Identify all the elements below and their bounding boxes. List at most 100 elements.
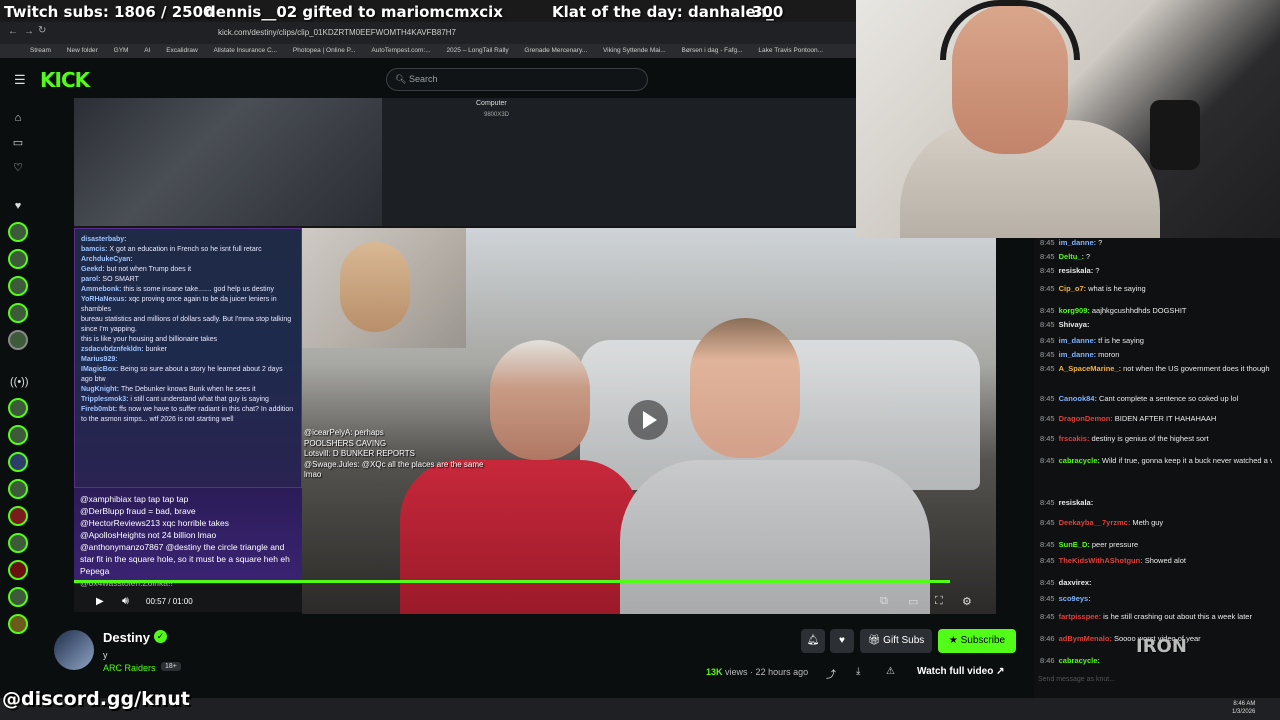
chat-username[interactable]: sco9eys:	[1059, 594, 1091, 603]
live-icon[interactable]: ((•))	[10, 374, 29, 390]
chat-username[interactable]: frscakis:	[1059, 434, 1090, 443]
back-icon[interactable]: ←	[8, 26, 18, 37]
share-icon[interactable]: ⤴	[826, 666, 836, 681]
chat-username[interactable]: Shivaya:	[1059, 320, 1090, 329]
bookmark-item[interactable]: Lake Travis Pontoon...	[758, 44, 823, 58]
channel-avatar[interactable]	[8, 587, 28, 607]
reload-icon[interactable]: ↻	[38, 25, 46, 36]
chat-username[interactable]: Deekayba__7yrzmc:	[1059, 518, 1131, 527]
notification-bell-button[interactable]: 🔔︎	[801, 629, 825, 653]
channel-avatar[interactable]	[8, 479, 28, 499]
home-icon[interactable]: ⌂	[10, 110, 26, 126]
chat-username[interactable]: A_SpaceMarine_:	[1059, 364, 1122, 373]
download-icon[interactable]: ⤓	[856, 666, 860, 677]
bookmark-item[interactable]: Excalidraw	[166, 44, 197, 58]
channel-avatar[interactable]	[8, 533, 28, 553]
chat-username[interactable]: korg909:	[1059, 306, 1090, 315]
channel-name[interactable]: Destiny	[103, 630, 150, 645]
chat-message: 8:45 DragonDemon: BIDEN AFTER IT HAHAHAAH	[1040, 414, 1272, 424]
channel-avatar[interactable]	[8, 560, 28, 580]
chat-username[interactable]: SunE_D:	[1059, 540, 1090, 549]
chat-timestamp: 8:45	[1040, 434, 1055, 443]
channel-avatar[interactable]	[8, 614, 28, 634]
chat-username[interactable]: im_danne:	[1059, 238, 1097, 247]
channel-avatar[interactable]	[8, 330, 28, 350]
bookmark-item[interactable]: Viking Syttende Mai...	[603, 44, 666, 58]
bookmark-item[interactable]: New folder	[67, 44, 98, 58]
fullscreen-icon[interactable]: ⛶	[935, 595, 943, 608]
subscribe-button[interactable]: ★ Subscribe	[938, 629, 1016, 653]
channel-avatar[interactable]	[8, 452, 28, 472]
chat-username[interactable]: TheKidsWithAShotgun:	[1059, 556, 1143, 565]
chat-username[interactable]: resiskala:	[1059, 498, 1094, 507]
bookmarks-bar: Stream New folder GYM AI Excalidraw Alls…	[0, 44, 856, 58]
channel-avatar[interactable]	[8, 276, 28, 296]
os-taskbar	[0, 698, 1280, 720]
channel-avatar[interactable]	[8, 398, 28, 418]
chat-text: destiny is genius of the highest sort	[1091, 434, 1209, 443]
chat-username[interactable]: Canook84:	[1059, 394, 1097, 403]
chat-timestamp: 8:45	[1040, 320, 1055, 329]
chat-username[interactable]: im_danne:	[1059, 350, 1097, 359]
chat-message: 8:45 Deltu_:?	[1040, 252, 1272, 262]
chat-username[interactable]: cabracycle:	[1059, 656, 1100, 665]
chat-timestamp: 8:45	[1040, 394, 1055, 403]
bookmark-item[interactable]: Grenade Mercenary...	[524, 44, 587, 58]
channel-avatar[interactable]	[8, 303, 28, 323]
follow-button[interactable]: ♥	[830, 629, 854, 653]
bookmark-item[interactable]: GYM	[114, 44, 129, 58]
chat-message: 8:45 fartpisspee: is he still crashing out…	[1040, 612, 1272, 622]
bookmark-item[interactable]: AutoTempest.com:...	[371, 44, 430, 58]
bookmark-item[interactable]: 2025 – LongTail Rally	[446, 44, 508, 58]
settings-icon[interactable]: ⚙	[962, 595, 972, 608]
gift-subs-button[interactable]: 🎁︎ Gift Subs	[860, 629, 932, 653]
watch-full-video-link[interactable]: Watch full video ↗	[917, 666, 1004, 677]
chat-timestamp: 8:45	[1040, 518, 1055, 527]
chat-message: 8:45 cabracycle: Wild if true, gonna keep …	[1040, 456, 1272, 466]
search-input[interactable]: 🔍︎ Search	[386, 68, 648, 91]
forward-icon[interactable]: →	[24, 26, 34, 37]
channel-avatar-large[interactable]	[54, 630, 94, 670]
bookmark-item[interactable]: Stream	[30, 44, 51, 58]
pip-icon[interactable]: ⧉	[880, 595, 888, 608]
url-bar[interactable]: kick.com/destiny/clips/clip_01KDZRTM0EEF…	[218, 25, 768, 41]
theater-icon[interactable]: ▭	[908, 595, 918, 608]
channel-avatar[interactable]	[8, 222, 28, 242]
volume-icon[interactable]: 🔊︎	[122, 595, 129, 608]
chat-username[interactable]: im_danne:	[1059, 336, 1097, 345]
report-icon[interactable]: ⚠	[886, 666, 895, 677]
bookmark-item[interactable]: AI	[144, 44, 150, 58]
chat-username[interactable]: DragonDemon:	[1059, 414, 1113, 423]
bell-icon: 🔔︎	[806, 635, 820, 646]
left-sidebar: ⌂ ▭ ♡ ♥ ((•))	[0, 98, 36, 678]
chat-message: 8:45 resiskala:?	[1040, 266, 1272, 276]
chat-timestamp: 8:45	[1040, 578, 1055, 587]
chat-username[interactable]: resiskala:	[1059, 266, 1094, 275]
channel-avatar[interactable]	[8, 425, 28, 445]
play-icon[interactable]: ▶	[96, 596, 104, 607]
bookmark-item[interactable]: Allstate Insurance C...	[214, 44, 278, 58]
category-link[interactable]: ARC Raiders	[103, 663, 156, 673]
browse-icon[interactable]: ▭	[10, 135, 26, 151]
bookmark-item[interactable]: Photopea | Online P...	[293, 44, 356, 58]
chat-username[interactable]: adBymMenalo:	[1059, 634, 1112, 643]
chat-line: Ammebonk: this is some insane take......…	[81, 286, 274, 293]
chat-username[interactable]: Deltu_:	[1059, 252, 1084, 261]
chat-username[interactable]: cabracycle:	[1059, 456, 1100, 465]
chat-line: Tripplesmok3: i still cant understand wh…	[81, 396, 269, 403]
progress-bar[interactable]	[74, 580, 950, 583]
menu-icon[interactable]: ☰	[14, 72, 26, 88]
stream-overlay-panel	[382, 98, 856, 226]
chat-username[interactable]: Cip_o7:	[1059, 284, 1087, 293]
system-clock: 8:46 AM 1/3/2026	[1232, 701, 1256, 715]
heart-icon[interactable]: ♥	[10, 198, 26, 214]
center-play-button[interactable]	[628, 400, 668, 440]
chat-username[interactable]: daxvirex:	[1059, 578, 1092, 587]
bookmark-item[interactable]: Børsen i dag - Fafg...	[682, 44, 743, 58]
following-icon[interactable]: ♡	[10, 160, 26, 176]
chat-message: 8:45 im_danne: moron	[1040, 350, 1272, 360]
kick-logo[interactable]: KICK	[40, 68, 90, 92]
chat-username[interactable]: fartpisspee:	[1059, 612, 1102, 621]
channel-avatar[interactable]	[8, 249, 28, 269]
channel-avatar[interactable]	[8, 506, 28, 526]
